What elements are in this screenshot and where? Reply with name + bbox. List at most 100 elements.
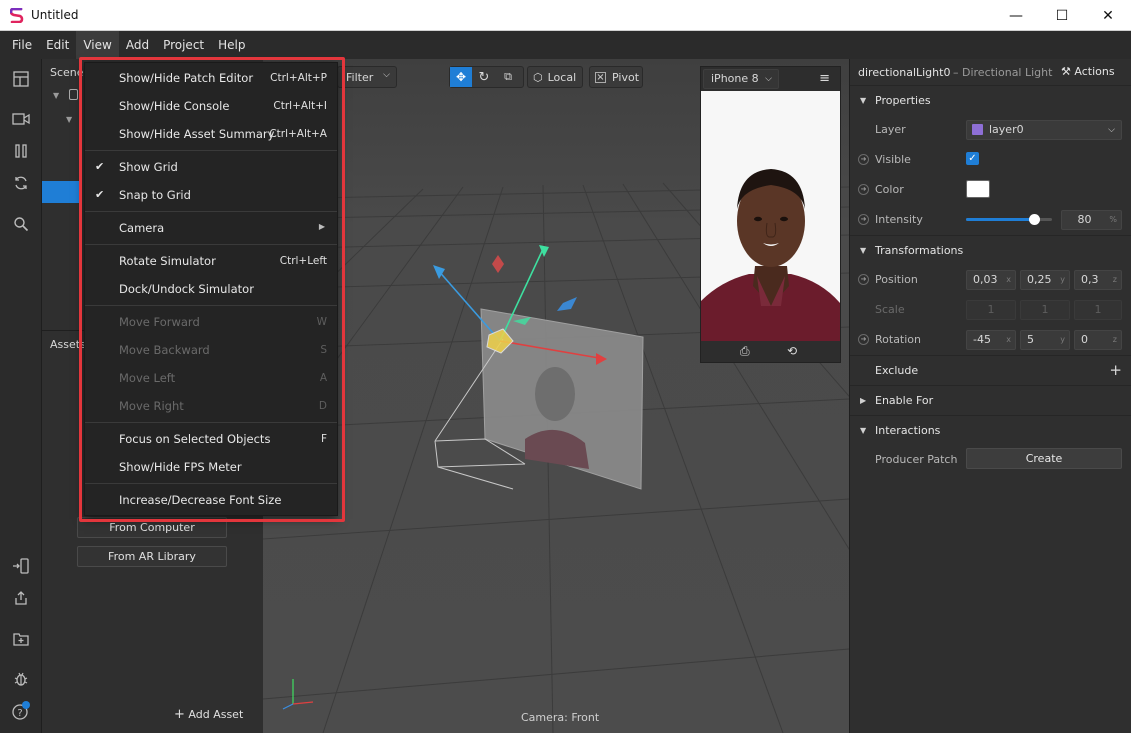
enable-for-section[interactable]: ▶ Enable For <box>850 385 1131 415</box>
scale-y-value: 1 <box>1041 303 1049 316</box>
add-folder-icon[interactable] <box>11 629 31 649</box>
device-label: iPhone 8 <box>711 72 759 85</box>
layer-color-swatch <box>972 124 983 135</box>
collapse-arrow-icon: ▼ <box>860 96 867 105</box>
color-swatch[interactable] <box>966 180 990 198</box>
local-toggle[interactable]: ⬡ Local <box>527 66 583 88</box>
position-label: Position <box>875 273 918 286</box>
simulator-toolbar: iPhone 8 ⌵ ≡ <box>701 67 840 91</box>
chevron-down-icon: ⌵ <box>1108 125 1115 135</box>
scale-z-value: 1 <box>1094 303 1102 316</box>
object-type: – Directional Light <box>953 66 1053 79</box>
maximize-button[interactable]: ☐ <box>1039 0 1085 31</box>
patch-arrow-icon[interactable]: ➜ <box>858 334 869 345</box>
inspector-panel: directionalLight0 – Directional Light ⚒ … <box>849 59 1131 733</box>
position-x-value: 0,03 <box>973 273 998 286</box>
menu-help[interactable]: Help <box>211 31 252 59</box>
intensity-slider-handle[interactable] <box>1028 214 1040 225</box>
rotation-y-input[interactable]: 5y <box>1020 330 1070 350</box>
layer-select[interactable]: layer0 ⌵ <box>966 120 1122 140</box>
menu-edit[interactable]: Edit <box>39 31 76 59</box>
filter-label: Filter <box>346 70 374 84</box>
from-ar-library-button[interactable]: From AR Library <box>77 546 227 567</box>
rotate-tool-icon[interactable]: ↻ <box>472 70 496 85</box>
rotation-row: ➜ Rotation -45 x 5y 0z <box>850 325 1131 355</box>
interactions-section[interactable]: ▼ Interactions <box>850 415 1131 445</box>
pause-icon[interactable] <box>11 141 31 161</box>
exclude-section[interactable]: Exclude + <box>850 355 1131 385</box>
producer-patch-row: Producer Patch Create <box>850 445 1131 475</box>
minimize-button[interactable]: — <box>993 0 1039 31</box>
simulator-controls: ⎙ ⟲ <box>701 341 840 362</box>
intensity-row: ➜ Intensity 80 % <box>850 205 1131 235</box>
upload-icon[interactable] <box>11 588 31 608</box>
rotation-y-value: 5 <box>1027 333 1034 346</box>
enable-for-heading: Enable For <box>875 394 934 407</box>
intensity-input[interactable]: 80 % <box>1061 210 1122 230</box>
rotation-x-input[interactable]: -45 x <box>966 330 1016 350</box>
help-icon[interactable]: ? <box>11 701 31 721</box>
magic-wand-icon: ⚒ <box>1061 65 1071 78</box>
patch-arrow-icon[interactable]: ➜ <box>858 184 869 195</box>
chevron-down-icon: ⌵ <box>383 70 390 80</box>
pivot-toggle[interactable]: × Pivot <box>589 66 643 88</box>
patch-arrow-icon[interactable]: ➜ <box>858 154 869 165</box>
menu-project[interactable]: Project <box>156 31 211 59</box>
tree-expand-icon[interactable]: ▼ <box>53 91 59 100</box>
device-select[interactable]: iPhone 8 ⌵ <box>703 69 779 89</box>
patch-arrow-icon[interactable]: ➜ <box>858 214 869 225</box>
bug-icon[interactable] <box>11 669 31 689</box>
properties-heading: Properties <box>875 94 931 107</box>
scale-label: Scale <box>875 303 905 316</box>
intensity-slider[interactable] <box>966 214 1052 225</box>
interactions-heading: Interactions <box>875 424 941 437</box>
intensity-unit: % <box>1109 215 1117 224</box>
rotation-z-value: 0 <box>1081 333 1088 346</box>
menu-add[interactable]: Add <box>119 31 156 59</box>
cube-icon: ⬡ <box>533 70 543 84</box>
filter-dropdown[interactable]: Filter ⌵ <box>337 66 397 88</box>
layout-icon[interactable] <box>11 69 31 89</box>
position-z-input[interactable]: 0,3 z <box>1074 270 1122 290</box>
local-label: Local <box>547 70 577 84</box>
rotation-z-input[interactable]: 0z <box>1074 330 1122 350</box>
menu-view[interactable]: View <box>76 31 119 59</box>
scene-selected-row[interactable] <box>42 181 80 203</box>
add-asset-button[interactable]: + Add Asset <box>174 707 243 722</box>
position-x-input[interactable]: 0,03 x <box>966 270 1016 290</box>
actions-button[interactable]: ⚒ Actions <box>1061 65 1115 78</box>
move-tool-icon[interactable]: ✥ <box>450 67 472 87</box>
scale-tool-icon[interactable]: ⧉ <box>496 70 520 84</box>
position-row: ➜ Position 0,03 x 0,25 y 0,3 z <box>850 265 1131 295</box>
video-camera-icon[interactable] <box>11 109 31 129</box>
face-preview-graphic <box>701 91 840 341</box>
maximize-icon: ☐ <box>1055 7 1069 24</box>
patch-arrow-icon[interactable]: ➜ <box>858 274 869 285</box>
close-button[interactable]: ✕ <box>1085 0 1131 31</box>
add-exclude-icon[interactable]: + <box>1109 361 1122 379</box>
layer-label: Layer <box>875 123 906 136</box>
device-link-icon[interactable] <box>11 556 31 576</box>
exclude-heading: Exclude <box>875 364 919 377</box>
visible-checkbox[interactable]: ✓ <box>966 152 979 165</box>
camera-capture-icon[interactable]: ⎙ <box>740 344 750 359</box>
scale-x-input: 1 <box>966 300 1016 320</box>
rotation-x-value: -45 <box>973 333 991 346</box>
expand-arrow-icon: ▶ <box>860 396 867 405</box>
menu-icon[interactable]: ≡ <box>819 71 830 86</box>
position-y-input[interactable]: 0,25 y <box>1020 270 1070 290</box>
transformations-section[interactable]: ▼ Transformations <box>850 235 1131 265</box>
search-icon[interactable] <box>11 214 31 234</box>
highlight-annotation <box>79 57 345 522</box>
collapse-arrow-icon: ▼ <box>860 246 867 255</box>
pivot-icon: × <box>595 71 606 83</box>
refresh-icon[interactable] <box>11 173 31 193</box>
rotate-device-icon[interactable]: ⟲ <box>787 344 797 358</box>
properties-section[interactable]: ▼ Properties <box>850 85 1131 115</box>
menu-file[interactable]: File <box>5 31 39 59</box>
axis-x-label: x <box>1006 275 1011 284</box>
create-patch-button[interactable]: Create <box>966 448 1122 469</box>
title-bar: Untitled — ☐ ✕ <box>0 0 1131 31</box>
tree-expand-icon[interactable]: ▼ <box>66 115 72 124</box>
axis-z-label: z <box>1112 275 1117 284</box>
